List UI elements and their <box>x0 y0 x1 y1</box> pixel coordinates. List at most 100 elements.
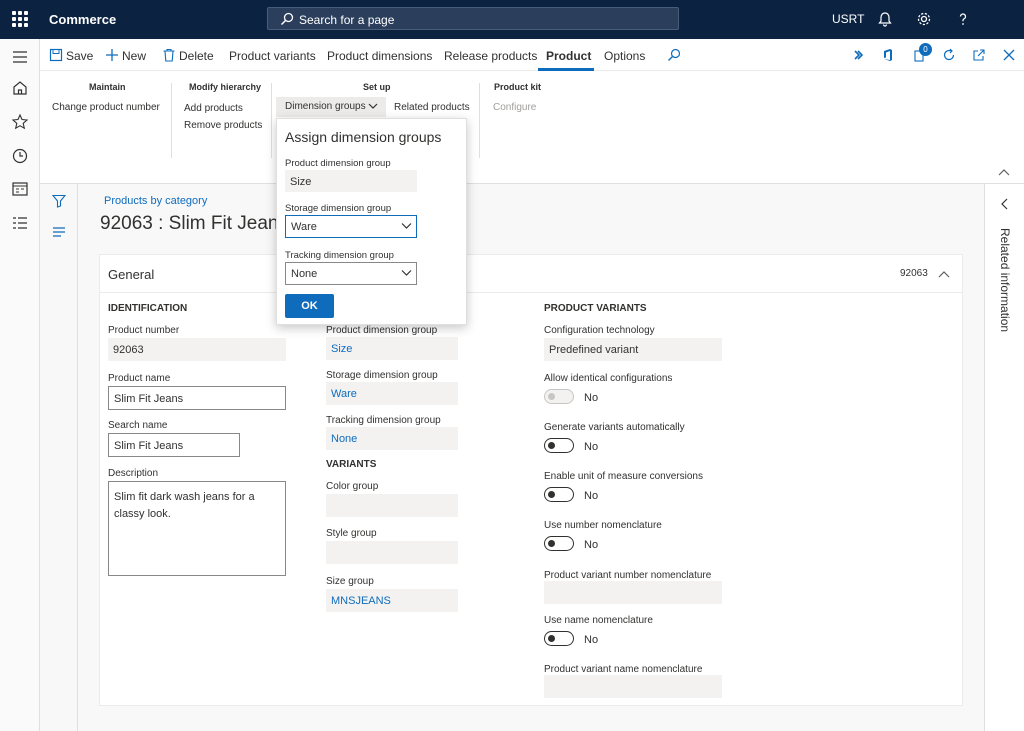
variant-name-nomenclature-label: Product variant name nomenclature <box>544 664 702 675</box>
breadcrumb[interactable]: Products by category <box>104 195 207 207</box>
tracking-dimension-value: None <box>291 268 317 280</box>
filter-icon[interactable] <box>52 194 66 208</box>
variant-name-nomenclature-field <box>544 675 722 698</box>
general-fasttab: General 92063 IDENTIFICATION Product num… <box>99 254 963 706</box>
uom-conversions-value: No <box>584 490 598 502</box>
tracking-dimension-select[interactable]: None <box>285 262 417 285</box>
list-icon[interactable] <box>52 226 66 238</box>
dialog-title: Assign dimension groups <box>285 129 441 145</box>
left-nav <box>0 39 40 731</box>
generate-auto-label: Generate variants automatically <box>544 422 685 433</box>
star-icon[interactable] <box>11 113 29 131</box>
search-actions-icon[interactable] <box>667 48 681 62</box>
chevron-left-icon[interactable] <box>1000 198 1008 210</box>
popup-product-dimension-field: Size <box>285 170 417 192</box>
color-group-field <box>326 494 458 517</box>
search-name-input[interactable]: Slim Fit Jeans <box>108 433 240 457</box>
storage-dimension-group-link[interactable]: Ware <box>326 382 458 405</box>
use-number-nomenclature-toggle[interactable] <box>544 536 574 551</box>
action-pane: Save New Delete Product variants Product… <box>40 39 1024 71</box>
use-number-nomenclature-label: Use number nomenclature <box>544 520 662 531</box>
configuration-technology-field: Predefined variant <box>544 338 722 361</box>
size-group-link[interactable]: MNSJEANS <box>326 589 458 612</box>
allow-identical-toggle[interactable] <box>544 389 574 404</box>
size-group-label: Size group <box>326 576 374 587</box>
general-title: General <box>108 267 154 282</box>
group-maintain: Maintain <box>89 82 126 92</box>
tab-options[interactable]: Options <box>604 49 645 63</box>
help-icon[interactable] <box>954 10 972 28</box>
chevron-down-icon <box>368 103 378 110</box>
related-information-pane[interactable]: Related information <box>984 184 1024 731</box>
delete-button[interactable]: Delete <box>179 49 214 63</box>
allow-identical-value: No <box>584 392 598 404</box>
bell-icon[interactable] <box>876 10 894 28</box>
product-number-label: Product number <box>108 325 179 336</box>
refresh-icon[interactable] <box>942 48 956 62</box>
tab-product-variants[interactable]: Product variants <box>229 49 316 63</box>
tab-release-products[interactable]: Release products <box>444 49 537 63</box>
gear-icon[interactable] <box>915 10 933 28</box>
tab-active-indicator <box>538 39 594 71</box>
remove-products-button[interactable]: Remove products <box>184 120 262 131</box>
group-set-up: Set up <box>363 82 391 92</box>
use-name-nomenclature-toggle[interactable] <box>544 631 574 646</box>
search-box[interactable]: Search for a page <box>267 7 679 30</box>
generate-auto-value: No <box>584 441 598 453</box>
description-textarea[interactable]: Slim fit dark wash jeans for a classy lo… <box>108 481 286 576</box>
storage-dimension-select[interactable]: Ware <box>285 215 417 238</box>
chevron-down-icon <box>401 222 412 230</box>
dimension-groups-button[interactable]: Dimension groups <box>276 97 386 117</box>
tracking-dimension-group-link[interactable]: None <box>326 427 458 450</box>
generate-auto-toggle[interactable] <box>544 438 574 453</box>
search-name-label: Search name <box>108 420 167 431</box>
search-icon <box>280 12 294 26</box>
modules-icon[interactable] <box>11 214 29 232</box>
product-dimension-group-label: Product dimension group <box>326 325 437 336</box>
add-icon <box>105 48 119 62</box>
open-new-window-icon[interactable] <box>972 48 986 62</box>
power-apps-icon[interactable] <box>851 48 865 62</box>
close-icon[interactable] <box>1002 48 1016 62</box>
company-picker[interactable]: USRT <box>832 12 864 26</box>
uom-conversions-toggle[interactable] <box>544 487 574 502</box>
related-products-button[interactable]: Related products <box>394 102 470 113</box>
chevron-up-icon[interactable] <box>938 270 950 278</box>
chevron-up-icon[interactable] <box>998 168 1010 176</box>
general-summary: 92063 <box>900 268 928 279</box>
use-name-nomenclature-label: Use name nomenclature <box>544 615 653 626</box>
save-icon <box>49 48 63 62</box>
style-group-field <box>326 541 458 564</box>
home-icon[interactable] <box>11 79 29 97</box>
uom-conversions-label: Enable unit of measure conversions <box>544 471 703 482</box>
dimension-groups-label: Dimension groups <box>285 101 366 112</box>
configure-button[interactable]: Configure <box>493 102 536 113</box>
clock-icon[interactable] <box>11 147 29 165</box>
attachments-badge: 0 <box>919 43 932 56</box>
configuration-technology-label: Configuration technology <box>544 325 655 336</box>
app-launcher-icon[interactable] <box>12 11 28 27</box>
new-button[interactable]: New <box>122 49 146 63</box>
use-name-nomenclature-value: No <box>584 634 598 646</box>
ribbon-separator <box>479 83 480 158</box>
app-title[interactable]: Commerce <box>49 12 116 27</box>
tracking-dimension-group-label: Tracking dimension group <box>326 415 441 426</box>
change-product-number-button[interactable]: Change product number <box>52 102 160 113</box>
save-button[interactable]: Save <box>66 49 93 63</box>
top-bar: Commerce Search for a page USRT <box>0 0 1024 39</box>
product-dimension-group-link[interactable]: Size <box>326 337 458 360</box>
hamburger-icon[interactable] <box>11 48 29 66</box>
office-icon[interactable] <box>881 48 895 62</box>
general-fasttab-header[interactable]: General 92063 <box>100 255 962 293</box>
workspaces-icon[interactable] <box>11 180 29 198</box>
variant-number-nomenclature-label: Product variant number nomenclature <box>544 570 711 581</box>
allow-identical-label: Allow identical configurations <box>544 373 672 384</box>
add-products-button[interactable]: Add products <box>184 103 243 114</box>
tab-product-dimensions[interactable]: Product dimensions <box>327 49 432 63</box>
style-group-label: Style group <box>326 528 377 539</box>
product-number-field: 92063 <box>108 338 286 361</box>
product-name-label: Product name <box>108 373 170 384</box>
product-name-input[interactable]: Slim Fit Jeans <box>108 386 286 410</box>
ok-button[interactable]: OK <box>285 294 334 318</box>
product-variants-heading: PRODUCT VARIANTS <box>544 303 647 314</box>
